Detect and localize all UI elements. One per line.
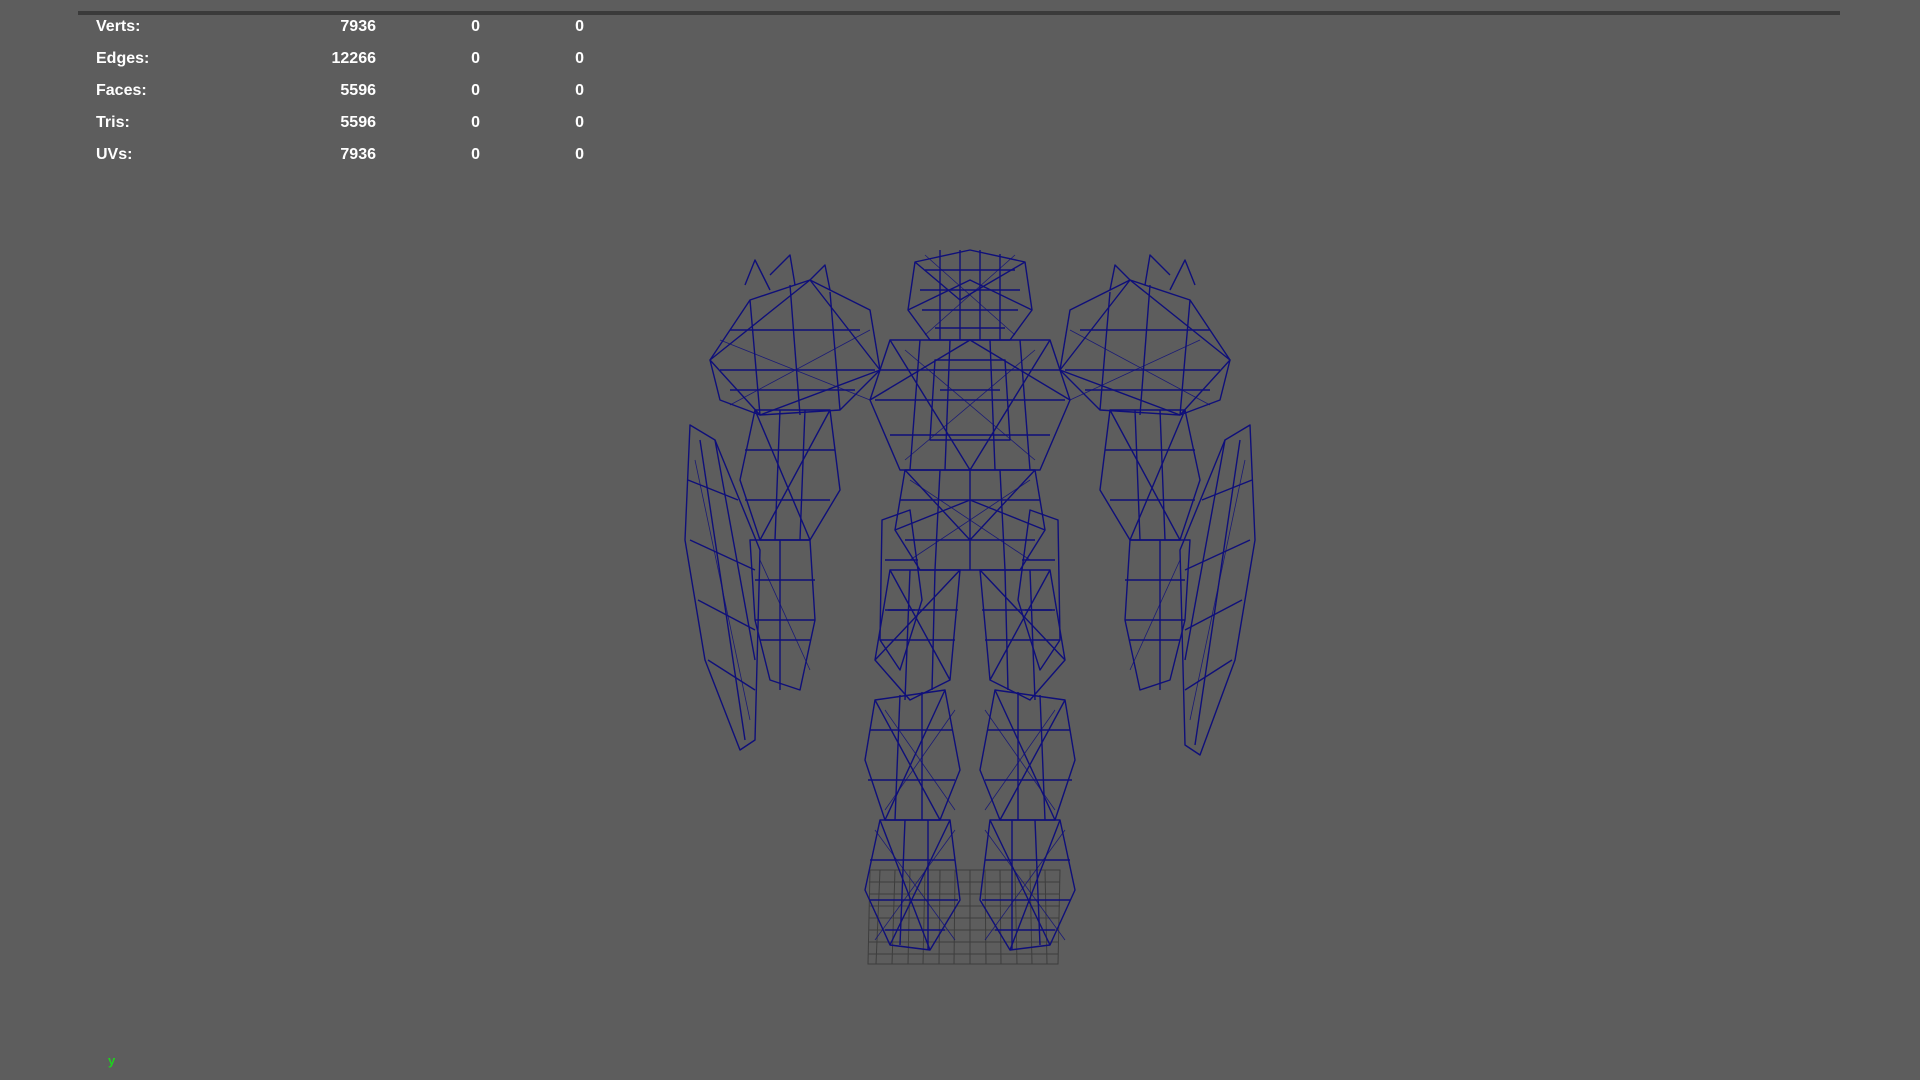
hud-label: Tris: bbox=[96, 114, 130, 131]
hud-value-total: 7936 bbox=[340, 18, 376, 35]
hud-value-selected: 0 bbox=[471, 114, 480, 131]
viewport-top-divider bbox=[78, 11, 1840, 15]
hud-value-total: 12266 bbox=[331, 50, 377, 67]
hud-row-verts: Verts: 7936 0 0 bbox=[96, 18, 584, 50]
hud-row-edges: Edges: 12266 0 0 bbox=[96, 50, 584, 82]
axis-indicator-y: y bbox=[108, 1053, 116, 1068]
hud-value-selected: 0 bbox=[471, 18, 480, 35]
hud-value-component: 0 bbox=[575, 18, 584, 35]
hud-value-component: 0 bbox=[575, 146, 584, 163]
floor-grid bbox=[867, 869, 1061, 965]
hud-value-component: 0 bbox=[575, 114, 584, 131]
hud-row-tris: Tris: 5596 0 0 bbox=[96, 114, 584, 146]
hud-value-total: 5596 bbox=[340, 82, 376, 99]
hud-label: Faces: bbox=[96, 82, 147, 99]
poly-count-hud: Verts: 7936 0 0 Edges: 12266 0 0 Faces: … bbox=[96, 18, 584, 178]
hud-value-component: 0 bbox=[575, 50, 584, 67]
hud-label: Edges: bbox=[96, 50, 150, 67]
hud-value-selected: 0 bbox=[471, 50, 480, 67]
hud-row-uvs: UVs: 7936 0 0 bbox=[96, 146, 584, 178]
wireframe-dense-detail bbox=[694, 254, 1246, 941]
viewport-3d[interactable]: Verts: 7936 0 0 Edges: 12266 0 0 Faces: … bbox=[0, 0, 1920, 1080]
hud-value-component: 0 bbox=[575, 82, 584, 99]
hud-value-total: 7936 bbox=[340, 146, 376, 163]
robot-wireframe-model[interactable] bbox=[660, 240, 1280, 980]
hud-label: Verts: bbox=[96, 18, 141, 35]
hud-value-selected: 0 bbox=[471, 146, 480, 163]
hud-value-selected: 0 bbox=[471, 82, 480, 99]
hud-row-faces: Faces: 5596 0 0 bbox=[96, 82, 584, 114]
hud-value-total: 5596 bbox=[340, 114, 376, 131]
hud-label: UVs: bbox=[96, 146, 133, 163]
wireframe-mesh bbox=[684, 249, 1256, 951]
